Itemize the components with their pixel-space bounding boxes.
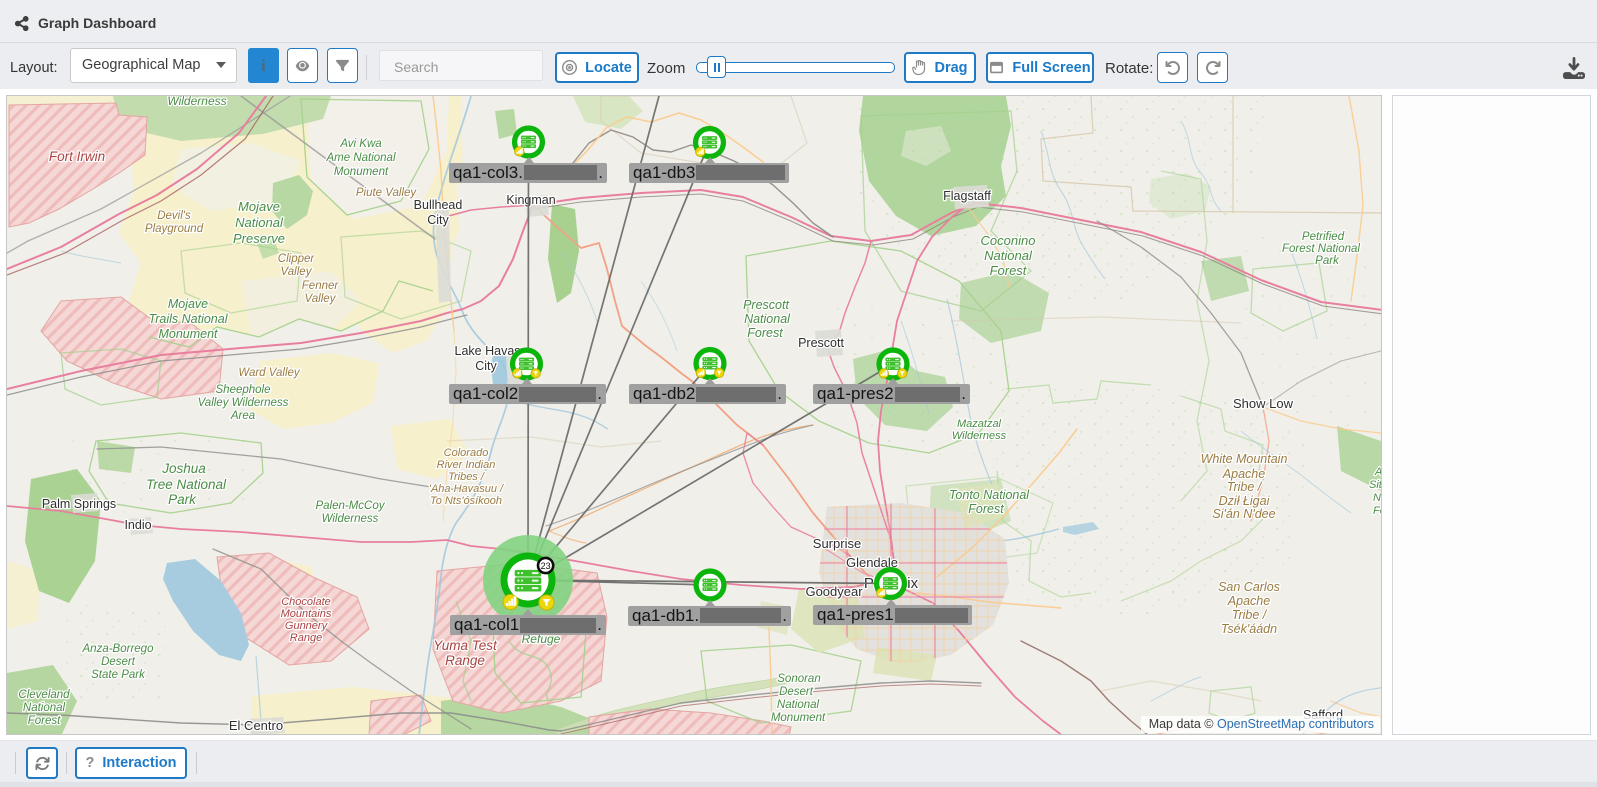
- svg-text:Kingman: Kingman: [506, 193, 555, 207]
- svg-text:Park: Park: [168, 492, 197, 507]
- svg-text:San Carlos: San Carlos: [1218, 580, 1280, 594]
- svg-text:Indio: Indio: [124, 518, 151, 532]
- svg-text:Prescott: Prescott: [743, 298, 789, 312]
- svg-text:Mojave: Mojave: [168, 297, 208, 311]
- svg-text:Goodyear: Goodyear: [805, 584, 863, 599]
- svg-text:Tribe /: Tribe /: [1227, 480, 1263, 494]
- svg-text:Sitg: Sitg: [1369, 479, 1382, 491]
- svg-text:Palm Springs: Palm Springs: [42, 497, 116, 511]
- svg-text:Joshua: Joshua: [161, 461, 206, 476]
- svg-text:Piute Valley: Piute Valley: [356, 187, 418, 199]
- svg-text:Tribes /: Tribes /: [448, 471, 485, 483]
- svg-text:Prescott: Prescott: [798, 336, 844, 350]
- svg-text:Monument: Monument: [334, 166, 389, 178]
- svg-text:Mountains: Mountains: [281, 608, 332, 620]
- svg-text:Show Low: Show Low: [1233, 396, 1294, 411]
- svg-text:23: 23: [541, 561, 551, 571]
- svg-text:Playground: Playground: [145, 223, 204, 235]
- svg-text:Forest: Forest: [968, 502, 1004, 516]
- svg-text:Apache: Apache: [1227, 594, 1270, 608]
- svg-text:Flagstaff: Flagstaff: [943, 189, 991, 203]
- svg-text:Clipper: Clipper: [278, 253, 316, 265]
- svg-text:Fort Irwin: Fort Irwin: [49, 149, 105, 164]
- svg-text:Tribe /: Tribe /: [1232, 608, 1268, 622]
- svg-text:Forest: Forest: [747, 326, 783, 340]
- svg-text:Valley: Valley: [305, 293, 337, 305]
- svg-text:City: City: [427, 213, 449, 227]
- svg-text:Area: Area: [230, 410, 255, 422]
- svg-text:Fo: Fo: [1373, 505, 1382, 517]
- svg-text:Ame National: Ame National: [325, 152, 395, 164]
- svg-text:Desert: Desert: [101, 656, 136, 668]
- svg-text:National: National: [23, 702, 66, 714]
- svg-text:White Mountain: White Mountain: [1201, 452, 1288, 466]
- svg-text:Mojave: Mojave: [238, 199, 280, 214]
- svg-text:Fenner: Fenner: [302, 280, 340, 292]
- svg-text:Cleveland: Cleveland: [18, 689, 70, 701]
- svg-text:Mazatzal: Mazatzal: [957, 418, 1002, 430]
- svg-text:Surprise: Surprise: [813, 536, 861, 551]
- svg-text:Wilderness: Wilderness: [322, 513, 379, 525]
- svg-text:Valley Wilderness: Valley Wilderness: [198, 397, 289, 409]
- svg-text:Forest National: Forest National: [1282, 243, 1360, 255]
- svg-text:Tsék'áádn: Tsék'áádn: [1221, 622, 1277, 636]
- svg-text:National: National: [744, 312, 791, 326]
- svg-text:Monument: Monument: [158, 327, 218, 341]
- svg-text:Na: Na: [1373, 492, 1382, 504]
- svg-text:Sheephole: Sheephole: [216, 384, 271, 396]
- svg-text:State Park: State Park: [91, 669, 146, 681]
- svg-text:Monument: Monument: [771, 712, 826, 724]
- svg-text:Bullhead: Bullhead: [414, 198, 463, 212]
- svg-text:Range: Range: [290, 632, 322, 644]
- svg-text:Tree National: Tree National: [146, 477, 227, 492]
- svg-text:Anza-Borrego: Anza-Borrego: [82, 643, 155, 655]
- svg-text:Dził Łigai: Dził Łigai: [1219, 494, 1271, 508]
- svg-text:Wilderness: Wilderness: [952, 430, 1007, 442]
- svg-text:Forest: Forest: [28, 715, 61, 727]
- svg-text:Apache: Apache: [1222, 467, 1265, 481]
- svg-text:Coconino: Coconino: [981, 233, 1036, 248]
- svg-text:City: City: [475, 359, 497, 373]
- svg-text:'Aha Havasuu /: 'Aha Havasuu /: [429, 483, 504, 495]
- svg-text:River Indian: River Indian: [437, 459, 496, 471]
- svg-text:Desert: Desert: [779, 686, 814, 698]
- svg-text:Range: Range: [445, 653, 485, 668]
- svg-text:Sonoran: Sonoran: [777, 673, 820, 685]
- svg-text:To Nts'ósíkooh: To Nts'ósíkooh: [430, 495, 502, 507]
- svg-text:Park: Park: [1315, 255, 1340, 267]
- svg-text:Ap: Ap: [1374, 466, 1382, 478]
- svg-text:National: National: [777, 699, 820, 711]
- svg-text:Gunnery: Gunnery: [285, 620, 329, 632]
- svg-text:Forest: Forest: [990, 263, 1028, 278]
- svg-text:Colorado: Colorado: [444, 447, 489, 459]
- svg-text:Si'án N'dee: Si'án N'dee: [1212, 507, 1275, 521]
- svg-text:Valley: Valley: [281, 266, 313, 278]
- svg-text:Preserve: Preserve: [233, 231, 285, 246]
- svg-text:Tonto National: Tonto National: [949, 488, 1030, 502]
- svg-text:El Centro: El Centro: [229, 718, 283, 733]
- svg-text:Yuma Test: Yuma Test: [433, 638, 498, 653]
- svg-text:Petrified: Petrified: [1302, 231, 1345, 243]
- svg-text:Wilderness: Wilderness: [167, 96, 226, 108]
- svg-text:National: National: [984, 248, 1033, 263]
- svg-text:Trails National: Trails National: [149, 312, 229, 326]
- svg-text:National: National: [235, 215, 284, 230]
- svg-text:Palen-McCoy: Palen-McCoy: [315, 500, 385, 512]
- svg-text:Ward Valley: Ward Valley: [238, 367, 301, 379]
- svg-text:Devil's: Devil's: [157, 210, 191, 222]
- svg-text:Avi Kwa: Avi Kwa: [339, 138, 381, 150]
- svg-text:Chocolate: Chocolate: [281, 596, 331, 608]
